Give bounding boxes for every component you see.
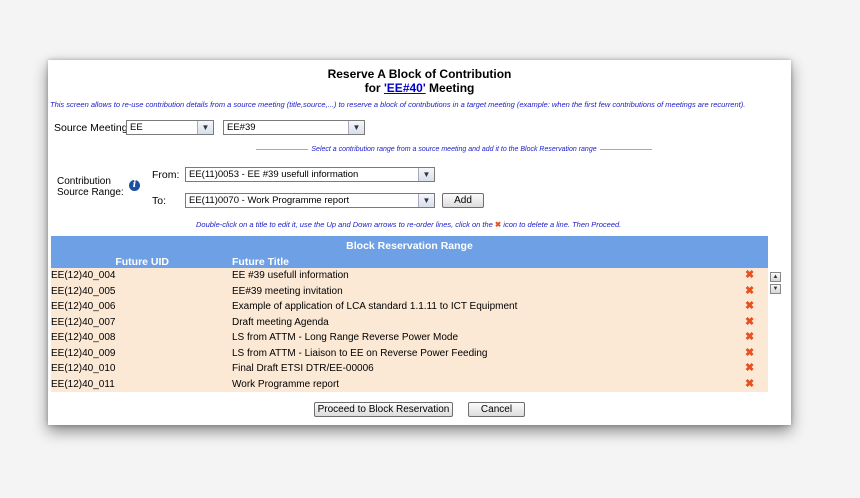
- row-uid: EE(12)40_010: [51, 363, 116, 374]
- table-row[interactable]: EE(12)40_007 Draft meeting Agenda ✖: [51, 314, 768, 331]
- table-row[interactable]: EE(12)40_011 Work Programme report ✖: [51, 376, 768, 393]
- row-uid: EE(12)40_008: [51, 332, 116, 343]
- range-label-line2: Source Range:: [57, 187, 124, 198]
- table-body: EE(12)40_004 EE #39 usefull information ✖ E…: [51, 268, 768, 392]
- screen-description: This screen allows to re-use contributio…: [50, 100, 746, 109]
- table-header: Block Reservation Range Future UID Futur…: [51, 236, 768, 268]
- arrow-up-icon: ▲: [772, 274, 779, 280]
- row-title[interactable]: Example of application of LCA standard 1…: [232, 299, 517, 315]
- column-header-title: Future Title: [232, 256, 289, 268]
- hint-after: icon to delete a line. Then Proceed.: [501, 220, 622, 229]
- add-button[interactable]: Add: [442, 193, 484, 208]
- chevron-down-icon: ▼: [348, 121, 364, 134]
- row-title[interactable]: Draft meeting Agenda: [232, 315, 329, 331]
- title-line2: for 'EE#40' Meeting: [48, 81, 791, 95]
- from-label: From:: [152, 169, 180, 181]
- table-row[interactable]: EE(12)40_008 LS from ATTM - Long Range Re…: [51, 330, 768, 346]
- delete-row-icon[interactable]: ✖: [745, 361, 754, 377]
- row-title[interactable]: Work Programme report: [232, 377, 339, 393]
- chevron-down-icon: ▼: [418, 194, 434, 207]
- table-row[interactable]: EE(12)40_004 EE #39 usefull information ✖: [51, 268, 768, 284]
- delete-row-icon[interactable]: ✖: [745, 299, 754, 315]
- separator-text: Select a contribution range from a sourc…: [311, 145, 597, 153]
- contribution-range-label: Contribution Source Range:: [57, 176, 124, 198]
- title-prefix: for: [364, 81, 384, 95]
- row-title[interactable]: EE #39 usefull information: [232, 268, 349, 284]
- block-reservation-table: Block Reservation Range Future UID Futur…: [51, 236, 768, 392]
- row-uid: EE(12)40_009: [51, 347, 116, 359]
- to-label: To:: [152, 195, 167, 207]
- table-row[interactable]: EE(12)40_006 Example of application of LC…: [51, 299, 768, 315]
- row-uid: EE(12)40_011: [51, 378, 115, 390]
- delete-row-icon[interactable]: ✖: [745, 377, 754, 393]
- chevron-down-icon: ▼: [418, 168, 434, 181]
- source-group-value: EE: [130, 122, 143, 133]
- table-caption: Block Reservation Range: [346, 240, 473, 252]
- delete-row-icon[interactable]: ✖: [745, 315, 754, 331]
- info-icon: i: [129, 180, 140, 191]
- delete-row-icon[interactable]: ✖: [745, 268, 754, 284]
- from-contribution-select[interactable]: EE(11)0053 - EE #39 usefull information …: [185, 167, 435, 182]
- row-title[interactable]: EE#39 meeting invitation: [232, 284, 343, 300]
- page-title: Reserve A Block of Contribution for 'EE#…: [48, 67, 791, 95]
- separator-line: [599, 148, 653, 150]
- cancel-button[interactable]: Cancel: [468, 402, 525, 417]
- move-up-button[interactable]: ▲: [770, 272, 781, 282]
- source-group-select[interactable]: EE ▼: [126, 120, 214, 135]
- row-uid: EE(12)40_007: [51, 316, 116, 328]
- source-meeting-label: Source Meeting:: [54, 122, 131, 134]
- row-title[interactable]: LS from ATTM - Liaison to EE on Reverse …: [232, 346, 487, 362]
- row-title[interactable]: Final Draft ETSI DTR/EE-00006: [232, 361, 374, 377]
- source-meeting-value: EE#39: [227, 122, 256, 133]
- to-value: EE(11)0070 - Work Programme report: [189, 195, 350, 206]
- table-row[interactable]: EE(12)40_005 EE#39 meeting invitation ✖: [51, 283, 768, 300]
- delete-row-icon[interactable]: ✖: [745, 284, 754, 300]
- arrow-down-icon: ▼: [772, 286, 779, 292]
- instructions-hint: Double-click on a title to edit it, use …: [196, 220, 621, 229]
- delete-row-icon[interactable]: ✖: [745, 346, 754, 362]
- hint-before: Double-click on a title to edit it, use …: [196, 220, 495, 229]
- title-suffix: Meeting: [425, 81, 475, 95]
- row-title[interactable]: LS from ATTM - Long Range Reverse Power …: [232, 330, 458, 346]
- separator-line: [256, 148, 309, 150]
- row-uid: EE(12)40_005: [51, 285, 116, 297]
- table-row[interactable]: EE(12)40_010 Final Draft ETSI DTR/EE-0000…: [51, 361, 768, 377]
- move-down-button[interactable]: ▼: [770, 284, 781, 294]
- column-header-uid: Future UID: [115, 256, 169, 268]
- meeting-link[interactable]: 'EE#40': [384, 81, 426, 95]
- row-uid: EE(12)40_004: [51, 270, 116, 281]
- chevron-down-icon: ▼: [197, 121, 213, 134]
- from-value: EE(11)0053 - EE #39 usefull information: [189, 169, 359, 180]
- title-line1: Reserve A Block of Contribution: [327, 67, 512, 81]
- reserve-block-panel: Reserve A Block of Contribution for 'EE#…: [48, 60, 791, 425]
- row-uid: EE(12)40_006: [51, 301, 116, 312]
- table-row[interactable]: EE(12)40_009 LS from ATTM - Liaison to EE…: [51, 345, 768, 362]
- source-meeting-select[interactable]: EE#39 ▼: [223, 120, 365, 135]
- delete-row-icon[interactable]: ✖: [745, 330, 754, 346]
- proceed-button[interactable]: Proceed to Block Reservation: [314, 402, 453, 417]
- range-separator: Select a contribution range from a sourc…: [256, 144, 653, 154]
- range-label-line1: Contribution: [57, 176, 111, 187]
- to-contribution-select[interactable]: EE(11)0070 - Work Programme report ▼: [185, 193, 435, 208]
